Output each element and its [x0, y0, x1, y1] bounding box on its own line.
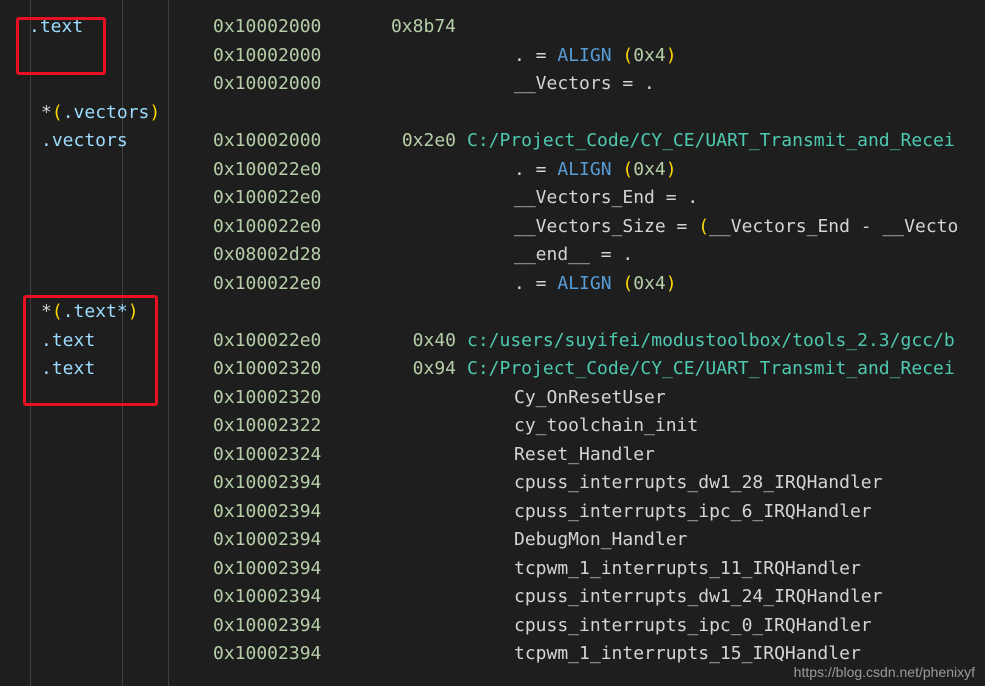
address: 0x10002394 — [213, 586, 322, 607]
map-line: 0x10002394 cpuss_interrupts_ipc_0_IRQHand… — [0, 612, 985, 640]
address: 0x10002000 — [213, 73, 322, 94]
linker-expression: . = ALIGN (0x4) — [514, 42, 677, 70]
expression-token: ( — [622, 44, 634, 66]
linker-expression: __Vectors_Size = (__Vectors_End - __Vect… — [514, 213, 958, 241]
expression-token — [612, 273, 623, 294]
address: 0x100022e0 — [213, 329, 322, 351]
expression-token: __Vectors_End = . — [514, 187, 699, 208]
map-line: 0x100022e0 . = ALIGN (0x4) — [0, 156, 985, 184]
object-file-path: c:/users/suyifei/modustoolbox/tools_2.3/… — [467, 329, 955, 351]
map-line: 0x100022e0 __Vectors_Size = (__Vectors_En… — [0, 213, 985, 241]
address: 0x10002394 — [213, 643, 322, 664]
symbol-name: Reset_Handler — [514, 443, 655, 465]
address: 0x10002000 — [213, 130, 322, 151]
section-name: .vectors — [41, 130, 128, 151]
expression-token: ( — [698, 215, 710, 237]
address: 0x10002394 — [213, 500, 322, 522]
expression-token: 0x4 — [633, 158, 666, 180]
map-line: *(.vectors) — [0, 99, 985, 127]
highlight-box-text-section — [16, 17, 106, 75]
expression-token: . = — [514, 158, 558, 180]
address: 0x10002394 — [213, 614, 322, 636]
size: 0x40 — [412, 329, 456, 351]
map-line: .vectors 0x10002000 0x2e0 C:/Project_Code/C… — [0, 127, 985, 155]
map-line: 0x10002394 cpuss_interrupts_ipc_6_IRQHand… — [0, 498, 985, 526]
expression-token: ALIGN — [557, 272, 612, 294]
address: 0x10002320 — [213, 386, 322, 408]
address: 0x100022e0 — [213, 215, 322, 237]
symbol-name: tcpwm_1_interrupts_11_IRQHandler — [514, 557, 861, 579]
linker-expression: . = ALIGN (0x4) — [514, 270, 677, 298]
expression-token: ) — [665, 272, 677, 294]
address: 0x10002394 — [213, 557, 322, 579]
map-line: 0x10002394 DebugMon_Handler — [0, 526, 985, 554]
size: 0x94 — [412, 358, 456, 379]
expression-token — [612, 159, 623, 180]
linker-expression: __end__ = . — [514, 241, 633, 269]
linker-expression: __Vectors = . — [514, 70, 655, 98]
address: 0x10002324 — [213, 443, 322, 465]
map-line: 0x08002d28 __end__ = . — [0, 241, 985, 269]
section-name: *(.vectors) — [41, 101, 161, 123]
size: 0x2e0 — [401, 130, 456, 151]
map-line: 0x10002000 __Vectors = . — [0, 70, 985, 98]
address: 0x10002000 — [213, 44, 322, 66]
address: 0x10002394 — [213, 529, 322, 550]
address: 0x100022e0 — [213, 158, 322, 180]
map-line: 0x100022e0 . = ALIGN (0x4) — [0, 270, 985, 298]
expression-token: ) — [665, 44, 677, 66]
linker-expression: . = ALIGN (0x4) — [514, 156, 677, 184]
map-line: 0x100022e0 __Vectors_End = . — [0, 184, 985, 212]
expression-token: __Vectors_Size = — [514, 215, 699, 237]
symbol-name: cy_toolchain_init — [514, 415, 699, 436]
symbol-name: cpuss_interrupts_dw1_24_IRQHandler — [514, 586, 883, 607]
expression-token: . = — [514, 44, 558, 66]
watermark: https://blog.csdn.net/phenixyf — [793, 664, 975, 680]
expression-token: 0x4 — [633, 44, 666, 66]
address: 0x10002000 — [213, 16, 322, 37]
expression-token: . = — [514, 272, 558, 294]
map-line: 0x10002322 cy_toolchain_init — [0, 412, 985, 440]
expression-token: __Vectors_End - __Vecto — [709, 215, 959, 237]
symbol-name: cpuss_interrupts_ipc_0_IRQHandler — [514, 614, 872, 636]
expression-token: ( — [622, 272, 634, 294]
map-line: 0x10002394 cpuss_interrupts_dw1_28_IRQHan… — [0, 469, 985, 497]
expression-token: 0x4 — [633, 272, 666, 294]
linker-expression: __Vectors_End = . — [514, 184, 698, 212]
object-file-path: C:/Project_Code/CY_CE/UART_Transmit_and_… — [467, 358, 955, 379]
code-editor[interactable]: .text 0x10002000 0x8b74 0x10002000. = ALIGN… — [0, 0, 985, 686]
symbol-name: cpuss_interrupts_ipc_6_IRQHandler — [514, 500, 872, 522]
expression-token: ) — [665, 158, 677, 180]
expression-token: ALIGN — [557, 44, 612, 66]
expression-token — [612, 45, 623, 66]
symbol-name: Cy_OnResetUser — [514, 386, 666, 408]
expression-token: ( — [622, 158, 634, 180]
map-line: 0x10002000 . = ALIGN (0x4) — [0, 42, 985, 70]
expression-token: __Vectors = . — [514, 73, 655, 94]
address: 0x100022e0 — [213, 272, 322, 294]
symbol-name: DebugMon_Handler — [514, 529, 688, 550]
address: 0x10002320 — [213, 358, 322, 379]
map-line: 0x10002324 Reset_Handler — [0, 441, 985, 469]
size: 0x8b74 — [390, 16, 456, 37]
address: 0x100022e0 — [213, 187, 322, 208]
expression-token: __end__ = . — [514, 244, 634, 265]
object-file-path: C:/Project_Code/CY_CE/UART_Transmit_and_… — [467, 130, 955, 151]
map-line: .text 0x10002000 0x8b74 — [0, 13, 985, 41]
address: 0x10002322 — [213, 415, 322, 436]
address: 0x10002394 — [213, 472, 322, 493]
symbol-name: cpuss_interrupts_dw1_28_IRQHandler — [514, 472, 883, 493]
address: 0x08002d28 — [213, 244, 322, 265]
expression-token: ALIGN — [557, 158, 612, 180]
map-line: 0x10002394 tcpwm_1_interrupts_11_IRQHandl… — [0, 555, 985, 583]
map-line: 0x10002394 cpuss_interrupts_dw1_24_IRQHan… — [0, 583, 985, 611]
highlight-box-text-inputs — [23, 295, 158, 406]
